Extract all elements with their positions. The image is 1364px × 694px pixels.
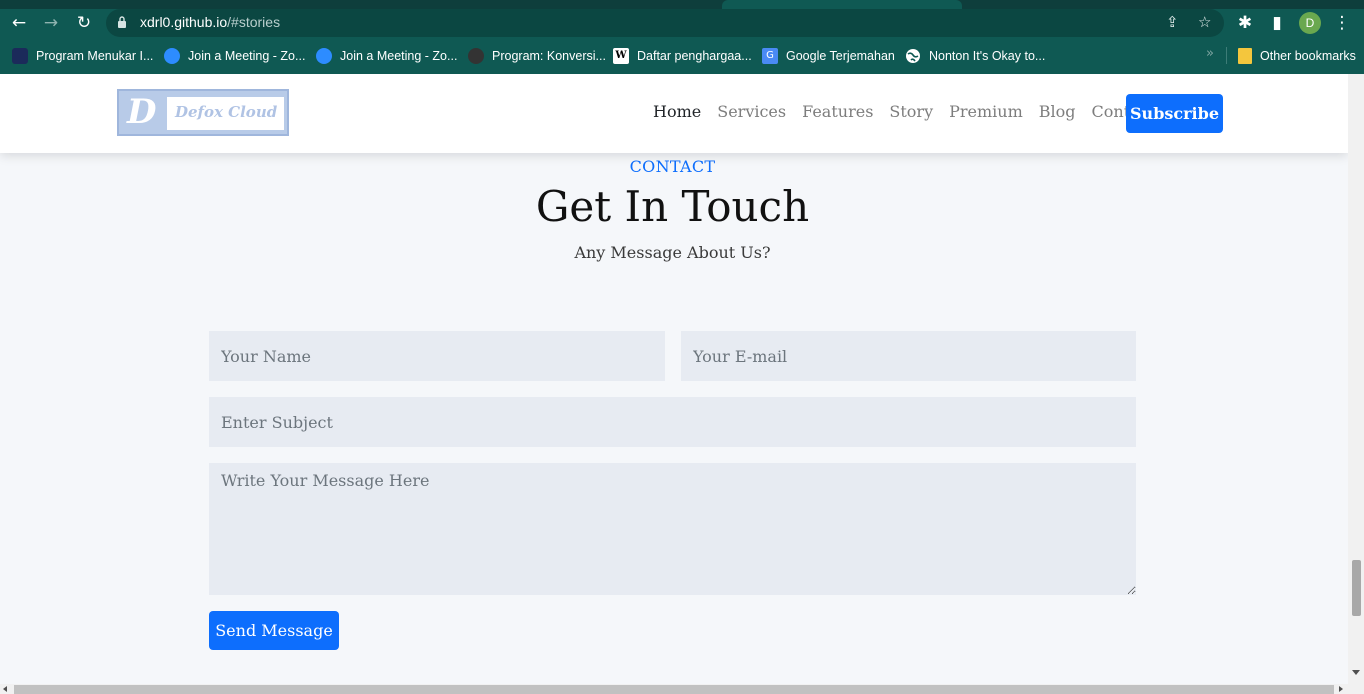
section-subtitle: Any Message About Us? [574,243,771,262]
bookmark-daftar-penghargaan[interactable]: W Daftar penghargaa... [613,47,752,64]
reload-icon[interactable]: ↻ [73,12,95,34]
zoom-icon [164,47,180,64]
nav-blog[interactable]: Blog [1039,102,1076,121]
send-message-button[interactable]: Send Message [209,611,339,650]
bookmark-label: Program: Konversi... [492,48,606,63]
url-text: xdrl0.github.io/#stories [140,14,280,30]
back-icon[interactable]: ← [8,12,30,34]
nav-story[interactable]: Story [889,102,933,121]
globe-icon [906,48,920,63]
other-bookmarks[interactable]: Other bookmarks [1238,47,1356,64]
bookmark-label: Daftar penghargaa... [637,48,752,63]
other-bookmarks-label: Other bookmarks [1260,48,1356,63]
site-navbar: D Defox Cloud Home Services Features Sto… [0,74,1348,153]
lock-icon [118,16,126,28]
scroll-left-arrow-icon[interactable] [3,686,7,692]
scroll-right-arrow-icon[interactable] [1339,686,1343,692]
profile-avatar[interactable]: D [1299,12,1321,34]
app-icon [12,47,28,64]
star-icon[interactable]: ☆ [1198,13,1211,31]
bookmark-program-menukar[interactable]: Program Menukar I... [12,47,153,64]
menu-icon[interactable]: ⋮ [1331,12,1353,34]
nav-services[interactable]: Services [717,102,786,121]
side-panel-icon[interactable]: ▮ [1266,12,1288,34]
logo-wordmark: Defox Cloud [175,103,278,121]
bookmark-label: Google Terjemahan [786,48,895,63]
bookmark-program-konversi[interactable]: Program: Konversi... [468,47,606,64]
bookmark-label: Nonton It's Okay to... [929,48,1046,63]
url-path: /#stories [227,14,281,30]
name-input[interactable] [209,331,665,381]
section-eyebrow: CONTACT [629,157,716,176]
vertical-scroll-thumb[interactable] [1352,560,1361,616]
horizontal-scrollbar[interactable] [0,684,1364,694]
logo-letter: D [127,92,157,132]
share-icon[interactable]: ⇪ [1166,13,1179,31]
wikipedia-icon: W [613,47,629,64]
bookmark-label: Join a Meeting - Zo... [340,48,458,63]
more-bookmarks-icon[interactable]: » [1206,46,1214,61]
email-input[interactable] [681,331,1136,381]
browser-toolbar: ← → ↻ xdrl0.github.io/#stories ⇪ ☆ ✱ ▮ D… [0,9,1364,37]
bookmark-google-terjemahan[interactable]: G Google Terjemahan [762,47,895,64]
nav-home[interactable]: Home [653,102,701,121]
url-host: xdrl0.github.io [140,14,228,30]
bookmark-label: Program Menukar I... [36,48,154,63]
horizontal-scroll-thumb[interactable] [14,685,1334,694]
nav-premium[interactable]: Premium [949,102,1023,121]
bookmark-nonton[interactable]: Nonton It's Okay to... [905,47,1045,64]
site-icon [468,47,484,64]
bookmarks-bar: Program Menukar I... Join a Meeting - Zo… [0,37,1364,74]
logo-wordmark-box: Defox Cloud [165,95,286,132]
subject-input[interactable] [209,397,1136,447]
main-nav: Home Services Features Story Premium Blo… [653,102,1155,121]
site-logo[interactable]: D Defox Cloud [117,89,289,136]
bookmark-zoom-1[interactable]: Join a Meeting - Zo... [164,47,305,64]
scroll-down-arrow-icon[interactable] [1352,670,1360,675]
address-bar[interactable]: xdrl0.github.io/#stories ⇪ ☆ [106,9,1224,37]
page-viewport: D Defox Cloud Home Services Features Sto… [0,74,1348,684]
vertical-scrollbar[interactable] [1348,74,1364,684]
active-tab[interactable] [722,0,962,9]
tab-strip [0,0,1364,9]
section-title: Get In Touch [535,182,810,231]
bookmark-zoom-2[interactable]: Join a Meeting - Zo... [316,47,457,64]
forward-icon[interactable]: → [40,12,62,34]
google-translate-icon: G [762,47,778,64]
zoom-icon [316,47,332,64]
subscribe-button[interactable]: Subscribe [1126,94,1223,133]
bookmark-label: Join a Meeting - Zo... [188,48,306,63]
extensions-icon[interactable]: ✱ [1234,12,1256,34]
message-textarea[interactable] [209,463,1136,595]
folder-icon [1238,47,1252,64]
nav-features[interactable]: Features [802,102,873,121]
bookmarks-divider [1226,47,1227,64]
